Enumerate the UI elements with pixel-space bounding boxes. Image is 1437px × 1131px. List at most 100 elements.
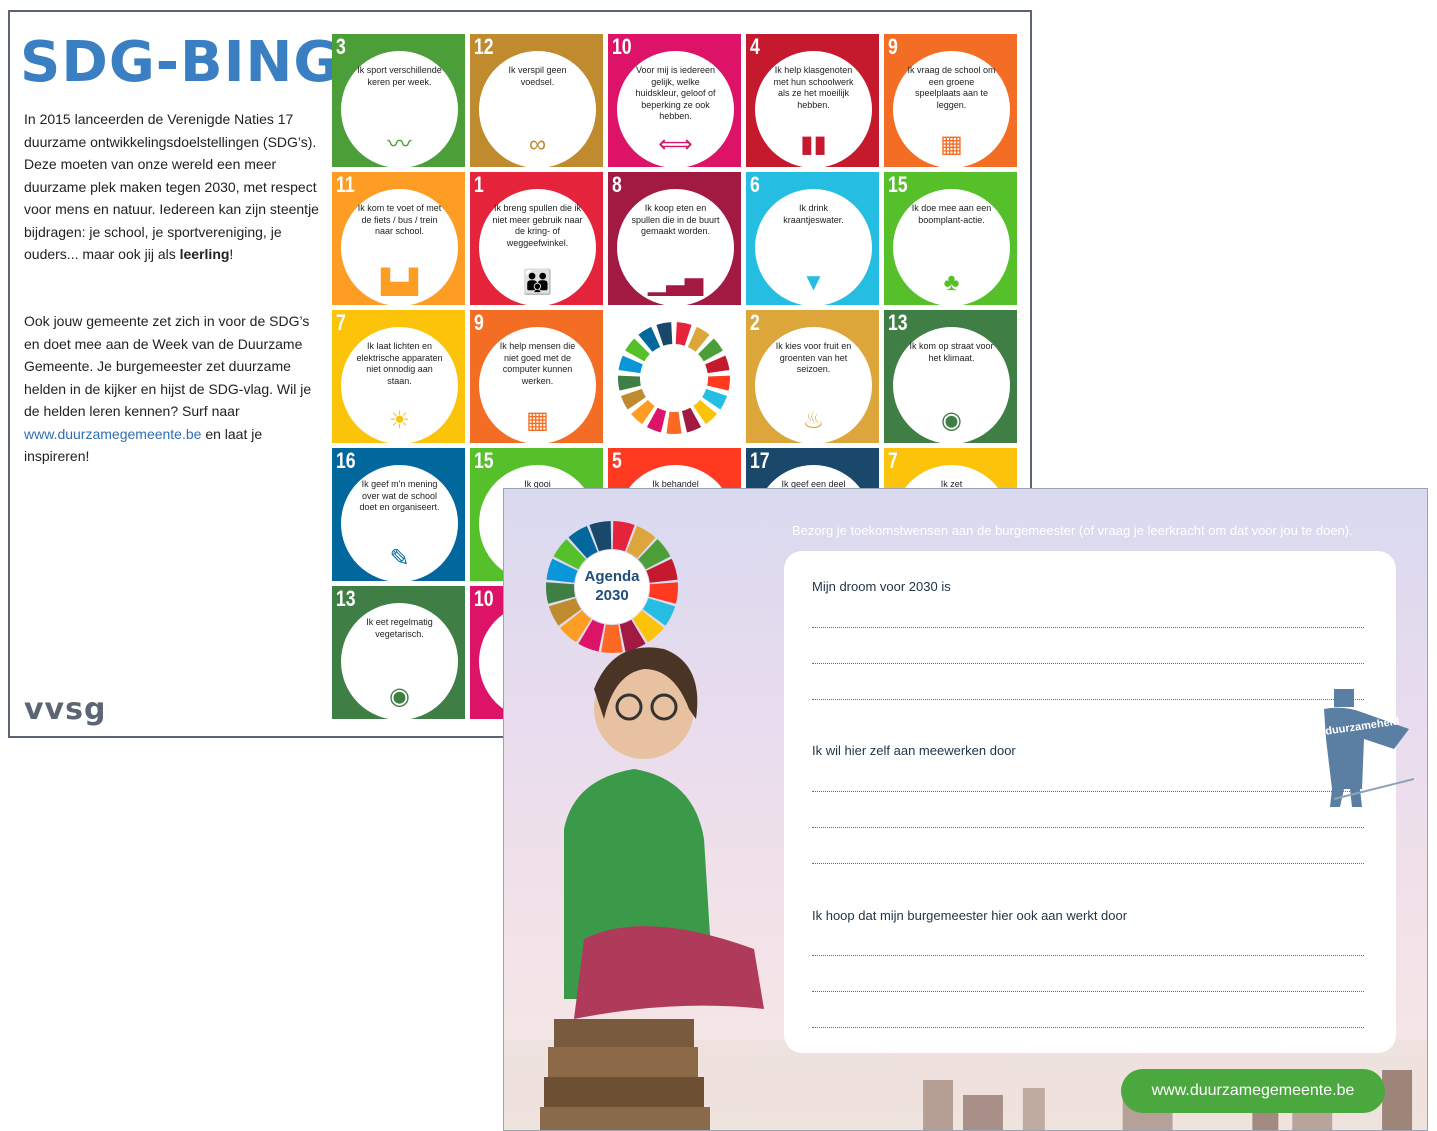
website-button[interactable]: www.duurzamegemeente.be — [1121, 1069, 1385, 1113]
question-mayor: Ik hoop dat mijn burgemeester hier ook a… — [812, 908, 1128, 923]
tile-text: Ik koop eten en spullen die in de buurt … — [631, 203, 720, 236]
tile-circle: Ik kom te voet of met de fiets / bus / t… — [341, 189, 458, 305]
intro-paragraph-1: In 2015 lanceerden de Verenigde Naties 1… — [24, 108, 324, 266]
intro-text: In 2015 lanceerden de Verenigde Naties 1… — [24, 111, 319, 262]
bingo-tile[interactable]: Ik sport verschillende keren per week. 〰 3 — [332, 34, 465, 167]
tile-number: 4 — [750, 34, 760, 59]
answer-line[interactable] — [812, 1027, 1364, 1028]
girl-illustration — [540, 647, 764, 1130]
wishes-card: Bezorg je toekomstwensen aan de burgemee… — [503, 488, 1428, 1131]
bingo-tile[interactable]: Ik vraag de school om een groene speelpl… — [884, 34, 1017, 167]
bingo-tile[interactable]: Ik kom op straat voor het klimaat. ◉ 13 — [884, 310, 1017, 443]
tile-number: 9 — [888, 34, 898, 59]
bingo-tile[interactable]: Ik breng spullen die ik niet meer gebrui… — [470, 172, 603, 305]
tile-text: Ik kies voor fruit en groenten van het s… — [775, 341, 852, 374]
tile-circle: Ik verspil geen voedsel. ∞ — [479, 51, 596, 167]
tile-text: Ik kom op straat voor het klimaat. — [909, 341, 994, 363]
intro2-text: Ook jouw gemeente zet zich in voor de SD… — [24, 313, 312, 419]
tile-text: Ik drink kraantjeswater. — [783, 203, 844, 225]
bingo-tile[interactable]: Ik geef m'n mening over wat de school do… — [332, 448, 465, 581]
bingo-tile[interactable]: Ik verspil geen voedsel. ∞ 12 — [470, 34, 603, 167]
instruction-text: Bezorg je toekomstwensen aan de burgemee… — [792, 523, 1353, 538]
agenda-label-line1: Agenda — [584, 568, 640, 585]
tile-number: 16 — [336, 448, 356, 473]
tile-number: 12 — [474, 34, 494, 59]
bingo-tile[interactable]: Ik laat lichten en elektrische apparaten… — [332, 310, 465, 443]
water-drop-icon: ▼ — [801, 269, 826, 296]
bingo-tile[interactable]: Ik drink kraantjeswater. ▼ 6 — [746, 172, 879, 305]
infinity-icon: ∞ — [528, 131, 547, 158]
tile-number: 13 — [336, 586, 356, 611]
heartbeat-icon: 〰 — [387, 131, 412, 158]
agenda-wheel-segment — [601, 624, 623, 653]
website-link[interactable]: www.duurzamegemeente.be — [24, 426, 201, 442]
intro-paragraph-2: Ook jouw gemeente zet zich in voor de SD… — [24, 310, 324, 468]
tile-text: Ik doe mee aan een boomplant-actie. — [911, 203, 992, 225]
tile-text: Voor mij is iedereen gelijk, welke huids… — [635, 65, 716, 121]
bingo-tile[interactable]: Ik koop eten en spullen die in de buurt … — [608, 172, 741, 305]
tile-number: 15 — [474, 448, 494, 473]
sun-icon: ☀ — [388, 407, 411, 434]
vvsg-logo: vvsg — [24, 692, 107, 727]
answer-line[interactable] — [812, 791, 1364, 792]
tile-number: 3 — [336, 34, 346, 59]
bingo-tile[interactable]: Ik help klasgenoten met hun schoolwerk a… — [746, 34, 879, 167]
tile-circle: Ik breng spullen die ik niet meer gebrui… — [479, 189, 596, 305]
agenda-2030-label: Agenda 2030 — [544, 567, 680, 605]
tile-number: 8 — [612, 172, 622, 197]
tile-number: 2 — [750, 310, 760, 335]
bingo-tile[interactable]: Voor mij is iedereen gelijk, welke huids… — [608, 34, 741, 167]
bingo-tile[interactable]: Ik help mensen die niet goed met de comp… — [470, 310, 603, 443]
tile-text: Ik help mensen die niet goed met de comp… — [499, 341, 576, 386]
tile-number: 6 — [750, 172, 760, 197]
tile-number: 7 — [336, 310, 346, 335]
tile-text: Ik help klasgenoten met hun schoolwerk a… — [773, 65, 854, 110]
tile-number: 9 — [474, 310, 484, 335]
bingo-tile[interactable]: Ik doe mee aan een boomplant-actie. ♣ 15 — [884, 172, 1017, 305]
answer-line[interactable] — [812, 955, 1364, 956]
answer-line[interactable] — [812, 699, 1364, 700]
eye-earth-icon: ◉ — [389, 683, 410, 710]
answer-line[interactable] — [812, 863, 1364, 864]
equality-arrows-icon: ⟺ — [658, 131, 693, 158]
sdg-wheel-segment — [707, 375, 730, 391]
tile-circle: Ik kies voor fruit en groenten van het s… — [755, 327, 872, 443]
answer-line[interactable] — [812, 627, 1364, 628]
answer-line[interactable] — [812, 663, 1364, 664]
tile-text: Ik eet regelmatig vegetarisch. — [366, 617, 433, 639]
tile-number: 10 — [474, 586, 494, 611]
tile-circle: Ik eet regelmatig vegetarisch. ◉ — [341, 603, 458, 719]
book-icon: ▮▮ — [800, 131, 827, 158]
tile-circle: Voor mij is iedereen gelijk, welke huids… — [617, 51, 734, 167]
tile-text: Ik breng spullen die ik niet meer gebrui… — [492, 203, 583, 248]
bingo-tile[interactable]: Ik kom te voet of met de fiets / bus / t… — [332, 172, 465, 305]
tile-circle: Ik sport verschillende keren per week. 〰 — [341, 51, 458, 167]
tile-number: 13 — [888, 310, 908, 335]
bingo-tile[interactable]: Ik kies voor fruit en groenten van het s… — [746, 310, 879, 443]
tile-text: Ik geef m'n mening over wat de school do… — [359, 479, 440, 512]
answer-line[interactable] — [812, 827, 1364, 828]
bowl-icon: ♨ — [802, 407, 825, 434]
sdg-wheel-segment — [675, 322, 692, 346]
sdg-wheel-tile[interactable] — [608, 310, 741, 443]
tile-number: 10 — [612, 34, 632, 59]
tile-circle: Ik help mensen die niet goed met de comp… — [479, 327, 596, 443]
sdg-wheel-segment — [666, 411, 682, 434]
superhero-icon — [1324, 689, 1414, 807]
tile-circle: Ik drink kraantjeswater. ▼ — [755, 189, 872, 305]
answer-line[interactable] — [812, 991, 1364, 992]
sdg-wheel-segment — [656, 322, 673, 346]
bingo-tile[interactable]: Ik eet regelmatig vegetarisch. ◉ 13 — [332, 586, 465, 719]
city-icon: ▙▟ — [381, 269, 418, 296]
sdg-wheel-icon — [618, 322, 730, 434]
tile-number: 7 — [888, 448, 898, 473]
tile-circle: Ik help klasgenoten met hun schoolwerk a… — [755, 51, 872, 167]
sdg-wheel-segment — [618, 375, 641, 391]
tile-text: Ik sport verschillende keren per week. — [357, 65, 442, 87]
question-dream: Mijn droom voor 2030 is — [812, 579, 951, 594]
intro-bold-word: leerling — [179, 246, 230, 262]
family-icon: 👪 — [522, 269, 553, 296]
tile-text: Ik laat lichten en elektrische apparaten… — [356, 341, 443, 386]
cubes-icon: ▦ — [526, 407, 549, 434]
agenda-label-line2: 2030 — [595, 587, 629, 604]
